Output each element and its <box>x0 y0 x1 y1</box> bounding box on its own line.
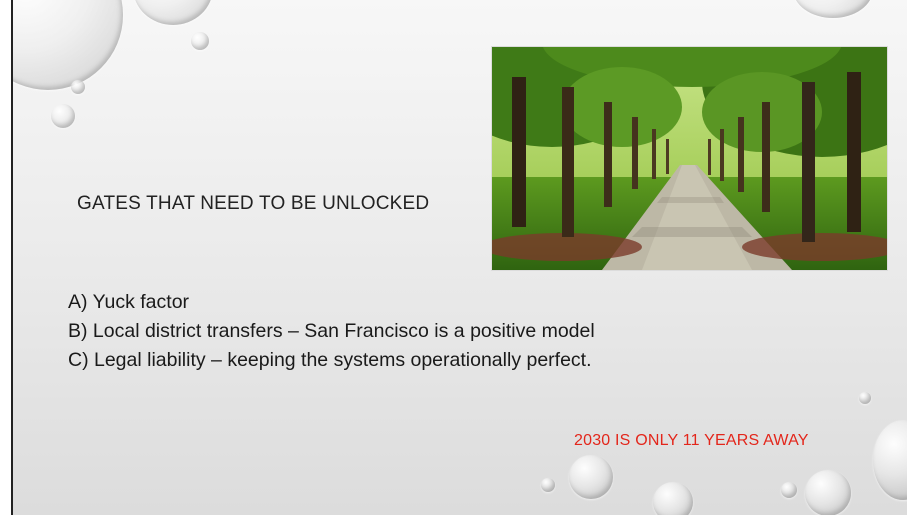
water-drop-decoration <box>541 478 555 492</box>
water-drop-decoration <box>13 0 123 90</box>
bullet-list: A) Yuck factor B) Local district transfe… <box>68 288 595 375</box>
water-drop-decoration <box>859 392 871 404</box>
park-path-photo <box>492 47 887 270</box>
slide: GATES THAT NEED TO BE UNLOCKED A) Yuck f… <box>11 0 907 515</box>
water-drop-decoration <box>191 32 209 50</box>
water-drop-decoration <box>793 0 873 18</box>
water-drop-decoration <box>569 455 613 499</box>
callout-text: 2030 IS ONLY 11 YEARS AWAY <box>574 432 809 449</box>
water-drop-decoration <box>133 0 213 25</box>
slide-heading: GATES THAT NEED TO BE UNLOCKED <box>77 193 430 214</box>
water-drop-decoration <box>653 482 693 515</box>
water-drop-decoration <box>71 80 85 94</box>
water-drop-decoration <box>51 104 75 128</box>
water-drop-decoration <box>805 470 851 515</box>
list-item: B) Local district transfers – San Franci… <box>68 320 595 342</box>
list-item: C) Legal liability – keeping the systems… <box>68 349 592 371</box>
water-drop-decoration <box>781 482 797 498</box>
water-drop-decoration <box>873 420 907 500</box>
list-item: A) Yuck factor <box>68 291 190 313</box>
